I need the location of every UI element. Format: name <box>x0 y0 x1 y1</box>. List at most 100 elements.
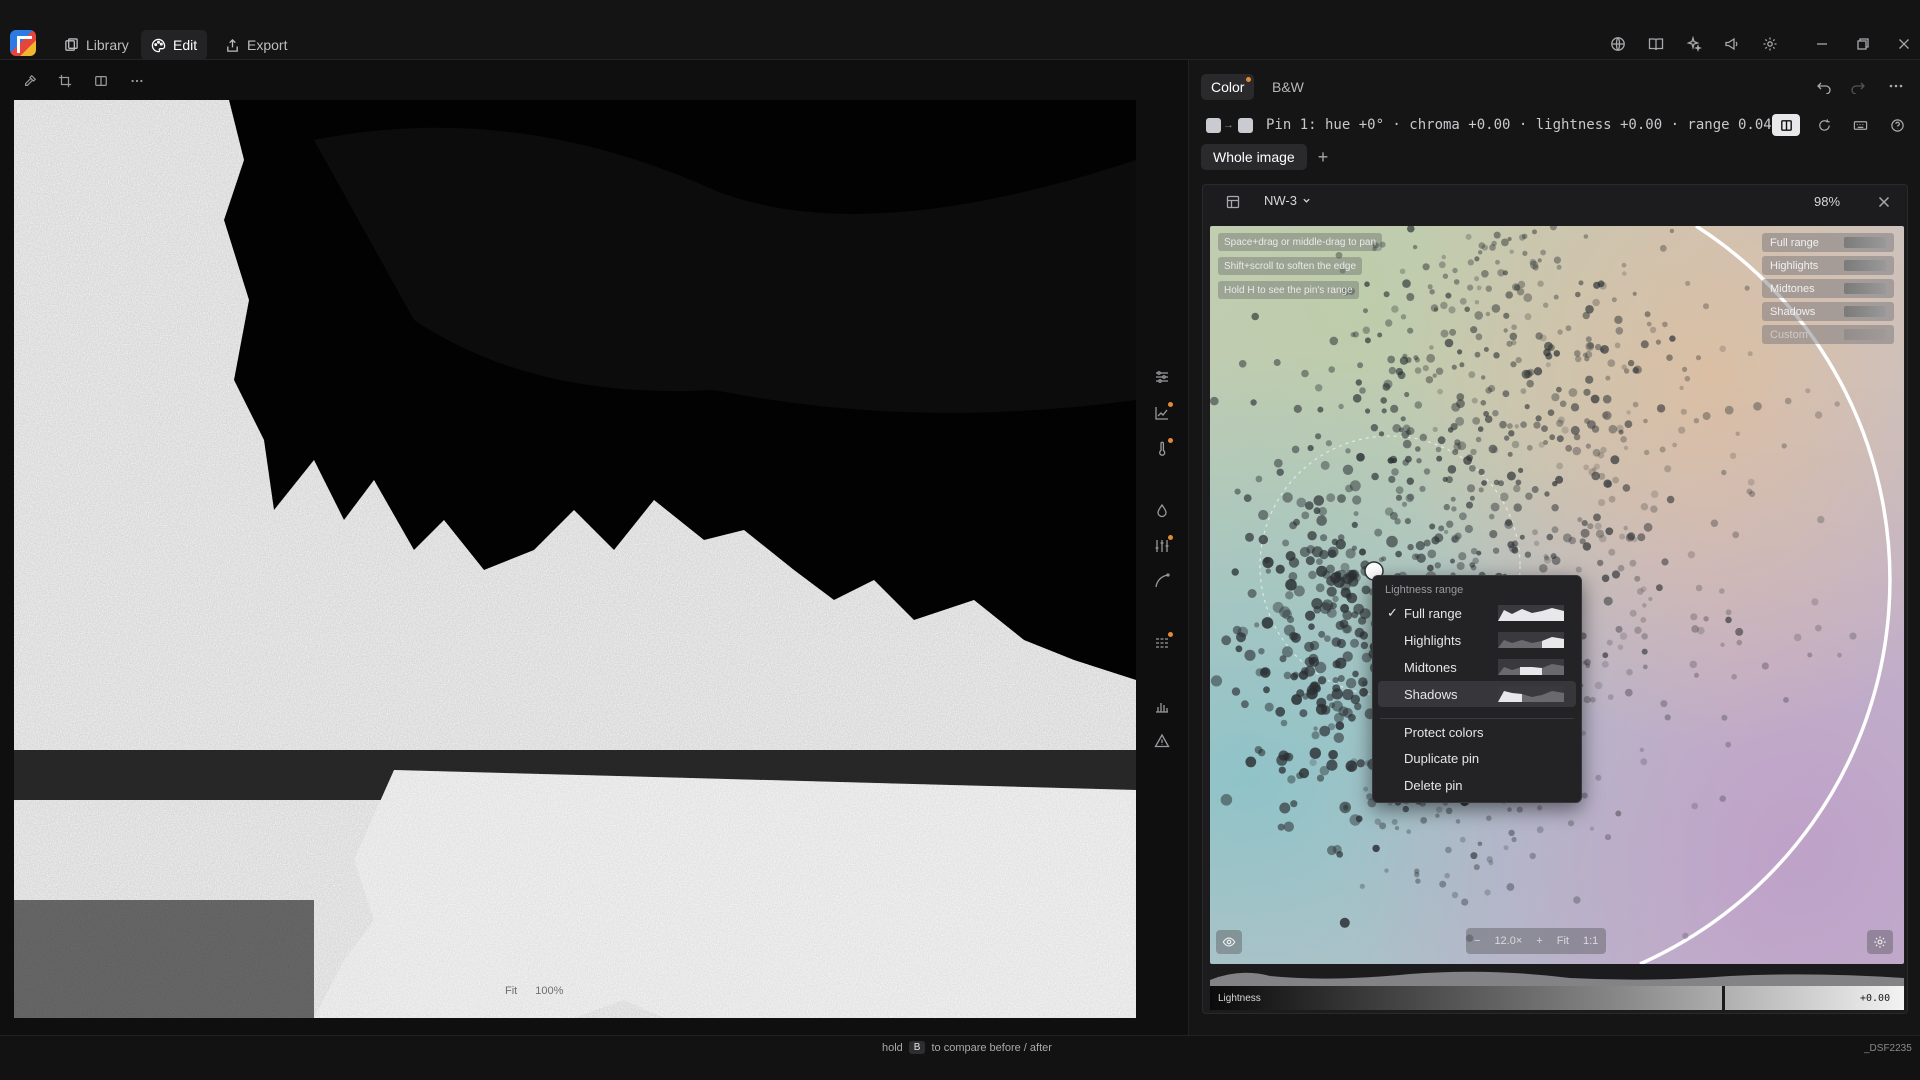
sample-dot <box>1509 332 1518 341</box>
sample-dot <box>1539 564 1548 573</box>
sample-dot <box>1484 415 1493 423</box>
close-window-icon[interactable] <box>1892 32 1916 56</box>
minimize-icon[interactable] <box>1810 32 1834 56</box>
histogram-icon[interactable] <box>1150 694 1174 718</box>
sliders-icon[interactable] <box>1150 365 1174 389</box>
photo-canvas[interactable] <box>14 100 1136 1018</box>
curve-pen-icon[interactable] <box>1150 569 1174 593</box>
sample-dot <box>1335 657 1347 669</box>
split-view-icon[interactable] <box>90 70 112 92</box>
lightness-histogram <box>1210 971 1904 986</box>
sample-dot <box>1422 365 1429 372</box>
sample-dot <box>1453 279 1460 285</box>
book-icon[interactable] <box>1644 32 1668 56</box>
more-options-icon[interactable] <box>126 70 148 92</box>
menu-item-duplicate-pin[interactable]: Duplicate pin <box>1378 745 1576 771</box>
sample-dot <box>1423 468 1431 475</box>
sample-dot <box>1583 696 1591 704</box>
zoom-fit-label[interactable]: Fit <box>505 985 517 997</box>
viewer-zoom-readout[interactable]: Fit 100% <box>505 985 563 997</box>
sample-dot <box>1597 559 1604 567</box>
close-wheel-icon[interactable] <box>1872 190 1896 214</box>
scope-whole-image[interactable]: Whole image <box>1201 144 1307 170</box>
restore-icon[interactable] <box>1851 32 1875 56</box>
wheel-preset-dropdown[interactable]: NW-3 <box>1264 193 1311 208</box>
tab-library[interactable]: Library <box>54 30 139 60</box>
menu-item-highlights[interactable]: Highlights <box>1378 627 1576 653</box>
sample-dot <box>1443 529 1449 535</box>
megaphone-icon[interactable] <box>1720 32 1744 56</box>
tone-curve-chart-icon[interactable] <box>1150 401 1174 425</box>
wheel-zoom-in-button[interactable]: + <box>1536 935 1542 947</box>
range-chip-shadows[interactable]: Shadows <box>1762 302 1894 321</box>
sample-dot <box>1598 472 1606 480</box>
sample-dot <box>1729 452 1737 459</box>
sample-dot <box>1545 362 1551 368</box>
sample-dot <box>1632 291 1637 296</box>
sample-dot <box>1533 367 1543 376</box>
tab-color[interactable]: Color <box>1201 74 1255 100</box>
sample-dot <box>1702 412 1711 420</box>
sample-dot <box>1506 883 1515 891</box>
menu-item-protect-colors[interactable]: Protect colors <box>1378 719 1576 745</box>
crop-icon[interactable] <box>54 70 76 92</box>
panel-more-icon[interactable] <box>1884 74 1908 98</box>
sample-dot <box>1783 697 1789 703</box>
wheel-fit-button[interactable]: Fit <box>1557 935 1569 947</box>
layers-lines-icon[interactable] <box>1150 631 1174 655</box>
sample-dot <box>1304 656 1315 667</box>
menu-item-delete-pin[interactable]: Delete pin <box>1378 772 1576 798</box>
warning-triangle-icon[interactable] <box>1150 729 1174 753</box>
menu-item-full-range[interactable]: ✓ Full range <box>1378 600 1576 626</box>
sample-dot <box>1543 302 1549 308</box>
wheel-settings-gear-icon[interactable] <box>1867 930 1893 954</box>
source-color-swatch[interactable] <box>1206 118 1221 133</box>
tab-bw[interactable]: B&W <box>1262 74 1314 100</box>
sample-dot <box>1415 446 1421 452</box>
mixer-icon[interactable] <box>1150 534 1174 558</box>
keyboard-icon[interactable] <box>1846 114 1874 136</box>
tab-edit[interactable]: Edit <box>141 30 208 60</box>
zoom-percent[interactable]: 100% <box>535 985 563 997</box>
target-color-swatch[interactable] <box>1238 118 1253 133</box>
sample-dot <box>1599 282 1607 290</box>
lightness-slider[interactable] <box>1210 986 1904 1010</box>
panel-layout-icon[interactable] <box>1221 190 1245 214</box>
sample-dot <box>1384 868 1389 873</box>
sample-dot <box>1719 345 1726 353</box>
mini-histogram <box>1844 237 1886 248</box>
range-chip-custom[interactable]: Custom <box>1762 325 1894 344</box>
wheel-one-to-one-button[interactable]: 1:1 <box>1583 935 1598 947</box>
sample-dot <box>1335 721 1345 730</box>
sample-dot <box>1493 231 1501 239</box>
sample-dot <box>1273 458 1283 468</box>
settings-gear-icon[interactable] <box>1758 32 1782 56</box>
droplet-icon[interactable] <box>1150 499 1174 523</box>
reset-icon[interactable] <box>1810 114 1838 136</box>
sample-dot <box>1422 263 1430 271</box>
sample-dot <box>1474 256 1480 262</box>
wheel-zoom-out-button[interactable]: − <box>1474 935 1480 947</box>
range-chip-full[interactable]: Full range <box>1762 233 1894 252</box>
sample-dot <box>1356 452 1365 462</box>
visibility-eye-icon[interactable] <box>1216 930 1242 954</box>
sample-dot <box>1474 311 1483 320</box>
tab-export[interactable]: Export <box>215 30 297 60</box>
range-chip-midtones[interactable]: Midtones <box>1762 279 1894 298</box>
add-scope-button[interactable]: + <box>1312 146 1334 168</box>
sparkle-icon[interactable] <box>1682 32 1706 56</box>
menu-item-midtones[interactable]: Midtones <box>1378 654 1576 680</box>
sample-dot <box>1447 465 1457 474</box>
menu-item-shadows[interactable]: Shadows <box>1378 681 1576 707</box>
thermometer-icon[interactable] <box>1150 437 1174 461</box>
help-icon[interactable] <box>1883 114 1911 136</box>
sample-dot <box>1210 396 1219 406</box>
compare-split-icon[interactable] <box>1772 114 1800 136</box>
lightness-slider-handle[interactable] <box>1722 986 1725 1010</box>
globe-icon[interactable] <box>1606 32 1630 56</box>
menu-item-label: Full range <box>1404 605 1462 621</box>
range-chip-highlights[interactable]: Highlights <box>1762 256 1894 275</box>
undo-icon[interactable] <box>1812 74 1836 98</box>
eyedropper-icon[interactable] <box>19 70 41 92</box>
redo-icon[interactable] <box>1846 74 1870 98</box>
